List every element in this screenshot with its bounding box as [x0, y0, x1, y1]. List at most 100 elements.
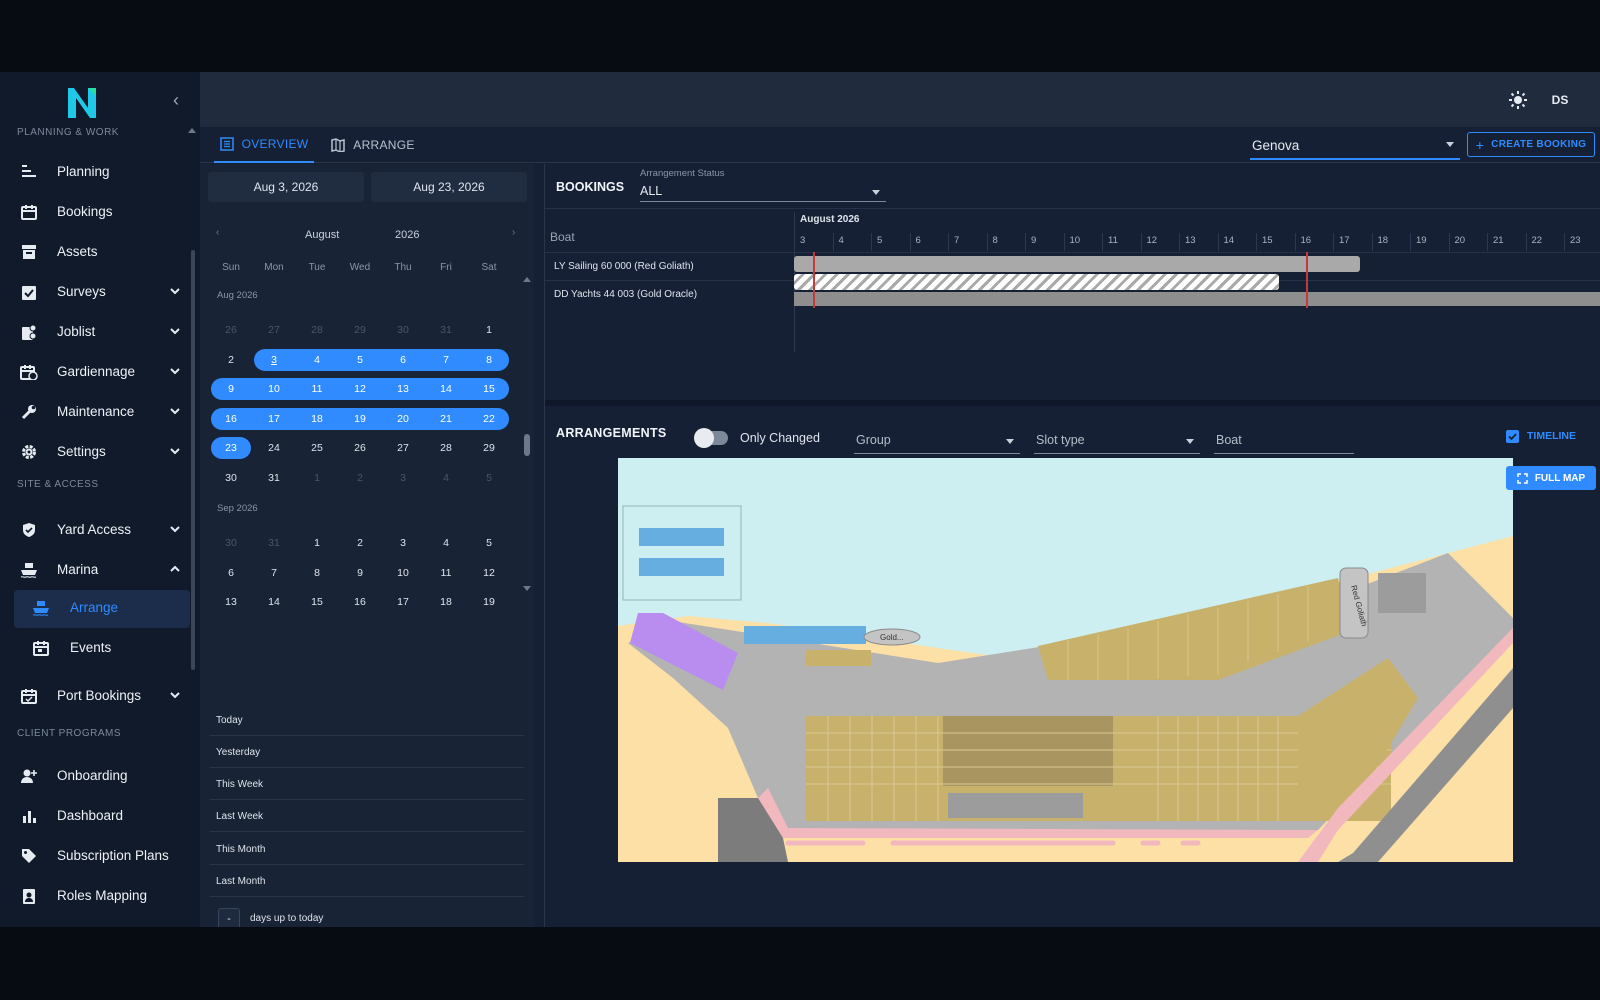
start-date-field[interactable]: Aug 3, 2026: [208, 172, 364, 202]
calendar-day[interactable]: 3: [382, 533, 424, 553]
calendar-day[interactable]: 14: [253, 592, 295, 612]
quick-range-this-week[interactable]: This Week: [210, 768, 524, 800]
calendar-day[interactable]: 30: [210, 533, 252, 553]
days-up-to-today-input[interactable]: -: [218, 908, 240, 927]
sidebar-item-surveys[interactable]: Surveys: [14, 274, 190, 310]
calendar-day[interactable]: 31: [425, 320, 467, 340]
calendar-day[interactable]: 15: [468, 379, 510, 399]
marina-map[interactable]: Gold... Red Goliath: [618, 458, 1513, 862]
sidebar-item-subscription-plans[interactable]: Subscription Plans: [14, 838, 190, 874]
calendar-day[interactable]: 14: [425, 379, 467, 399]
tab-arrange[interactable]: ARRANGE: [328, 127, 418, 163]
calendar-day[interactable]: 6: [210, 563, 252, 583]
calendar-day[interactable]: 7: [253, 563, 295, 583]
sidebar-item-bookings[interactable]: Bookings: [14, 194, 190, 230]
calendar-day[interactable]: 25: [296, 438, 338, 458]
calendar-day[interactable]: 11: [425, 563, 467, 583]
sidebar-scrollbar[interactable]: [191, 250, 195, 670]
calendar-scrollbar[interactable]: [522, 274, 532, 594]
calendar-day[interactable]: 18: [425, 592, 467, 612]
booking-bar[interactable]: [794, 292, 1600, 306]
calendar-day[interactable]: 20: [382, 409, 424, 429]
calendar-day[interactable]: 19: [339, 409, 381, 429]
calendar-day[interactable]: 15: [296, 592, 338, 612]
sidebar-item-marina[interactable]: Marina: [14, 552, 190, 588]
booking-bar[interactable]: [794, 256, 1360, 272]
calendar-day[interactable]: 31: [253, 533, 295, 553]
calendar-day[interactable]: 18: [296, 409, 338, 429]
calendar-day[interactable]: 13: [210, 592, 252, 612]
calendar-day[interactable]: 28: [425, 438, 467, 458]
sidebar-item-joblist[interactable]: Joblist: [14, 314, 190, 350]
sun-icon[interactable]: [1508, 90, 1528, 110]
calendar-day[interactable]: 19: [468, 592, 510, 612]
calendar-day[interactable]: 26: [210, 320, 252, 340]
calendar-day[interactable]: 7: [425, 350, 467, 370]
sidebar-item-events[interactable]: Events: [14, 630, 190, 666]
calendar-day[interactable]: 2: [339, 468, 381, 488]
calendar-day[interactable]: 13: [382, 379, 424, 399]
calendar-day[interactable]: 16: [210, 409, 252, 429]
calendar-day[interactable]: 30: [210, 468, 252, 488]
timeline-toggle[interactable]: TIMELINE: [1506, 426, 1576, 446]
calendar-day[interactable]: 29: [339, 320, 381, 340]
end-date-field[interactable]: Aug 23, 2026: [371, 172, 527, 202]
calendar-day[interactable]: 6: [382, 350, 424, 370]
full-map-button[interactable]: FULL MAP: [1506, 466, 1596, 490]
only-changed-toggle[interactable]: [694, 428, 728, 448]
calendar-day[interactable]: 2: [339, 533, 381, 553]
sidebar-item-maintenance[interactable]: Maintenance: [14, 394, 190, 430]
prev-month-button[interactable]: ‹: [216, 227, 219, 238]
sidebar-item-dashboard[interactable]: Dashboard: [14, 798, 190, 834]
create-booking-button[interactable]: + CREATE BOOKING: [1467, 132, 1595, 157]
calendar-day[interactable]: 9: [210, 379, 252, 399]
location-select[interactable]: Genova: [1250, 132, 1460, 160]
calendar-day[interactable]: 17: [253, 409, 295, 429]
calendar-day[interactable]: 10: [253, 379, 295, 399]
sidebar-item-arrange[interactable]: Arrange: [14, 590, 190, 628]
sidebar-item-yard-access[interactable]: Yard Access: [14, 512, 190, 548]
calendar-day[interactable]: 23: [210, 438, 252, 458]
quick-range-last-week[interactable]: Last Week: [210, 800, 524, 832]
calendar-day[interactable]: 4: [425, 468, 467, 488]
calendar-day[interactable]: 29: [468, 438, 510, 458]
calendar-day[interactable]: 3: [253, 350, 295, 370]
tab-overview[interactable]: OVERVIEW: [214, 127, 314, 163]
sidebar-item-assets[interactable]: Assets: [14, 234, 190, 270]
quick-range-this-month[interactable]: This Month: [210, 833, 524, 865]
calendar-month[interactable]: August: [305, 229, 339, 241]
quick-range-today[interactable]: Today: [210, 704, 524, 736]
calendar-day[interactable]: 22: [468, 409, 510, 429]
calendar-day[interactable]: 5: [339, 350, 381, 370]
sidebar-item-planning[interactable]: Planning: [14, 154, 190, 190]
calendar-day[interactable]: 4: [296, 350, 338, 370]
next-month-button[interactable]: ›: [512, 227, 515, 238]
group-select[interactable]: Group: [854, 424, 1020, 454]
calendar-day[interactable]: 17: [382, 592, 424, 612]
calendar-year[interactable]: 2026: [395, 229, 419, 241]
scroll-up-icon[interactable]: [188, 128, 196, 133]
calendar-day[interactable]: 9: [339, 563, 381, 583]
calendar-day[interactable]: 5: [468, 533, 510, 553]
calendar-day[interactable]: 27: [253, 320, 295, 340]
slot-type-select[interactable]: Slot type: [1034, 424, 1200, 454]
calendar-day[interactable]: 1: [296, 533, 338, 553]
calendar-day[interactable]: 11: [296, 379, 338, 399]
calendar-day[interactable]: 12: [339, 379, 381, 399]
calendar-day[interactable]: 12: [468, 563, 510, 583]
calendar-day[interactable]: 21: [425, 409, 467, 429]
calendar-day[interactable]: 1: [468, 320, 510, 340]
calendar-day[interactable]: 30: [382, 320, 424, 340]
calendar-day[interactable]: 28: [296, 320, 338, 340]
calendar-day[interactable]: 2: [210, 350, 252, 370]
collapse-sidebar-button[interactable]: ‹: [166, 88, 186, 112]
calendar-day[interactable]: 16: [339, 592, 381, 612]
calendar-day[interactable]: 26: [339, 438, 381, 458]
sidebar-item-roles-mapping[interactable]: Roles Mapping: [14, 878, 190, 914]
arrangement-status-select[interactable]: Arrangement Status ALL: [640, 168, 886, 202]
calendar-day[interactable]: 5: [468, 468, 510, 488]
calendar-day[interactable]: 3: [382, 468, 424, 488]
quick-range-last-month[interactable]: Last Month: [210, 865, 524, 897]
booking-bar[interactable]: [794, 274, 1280, 290]
calendar-day[interactable]: 4: [425, 533, 467, 553]
